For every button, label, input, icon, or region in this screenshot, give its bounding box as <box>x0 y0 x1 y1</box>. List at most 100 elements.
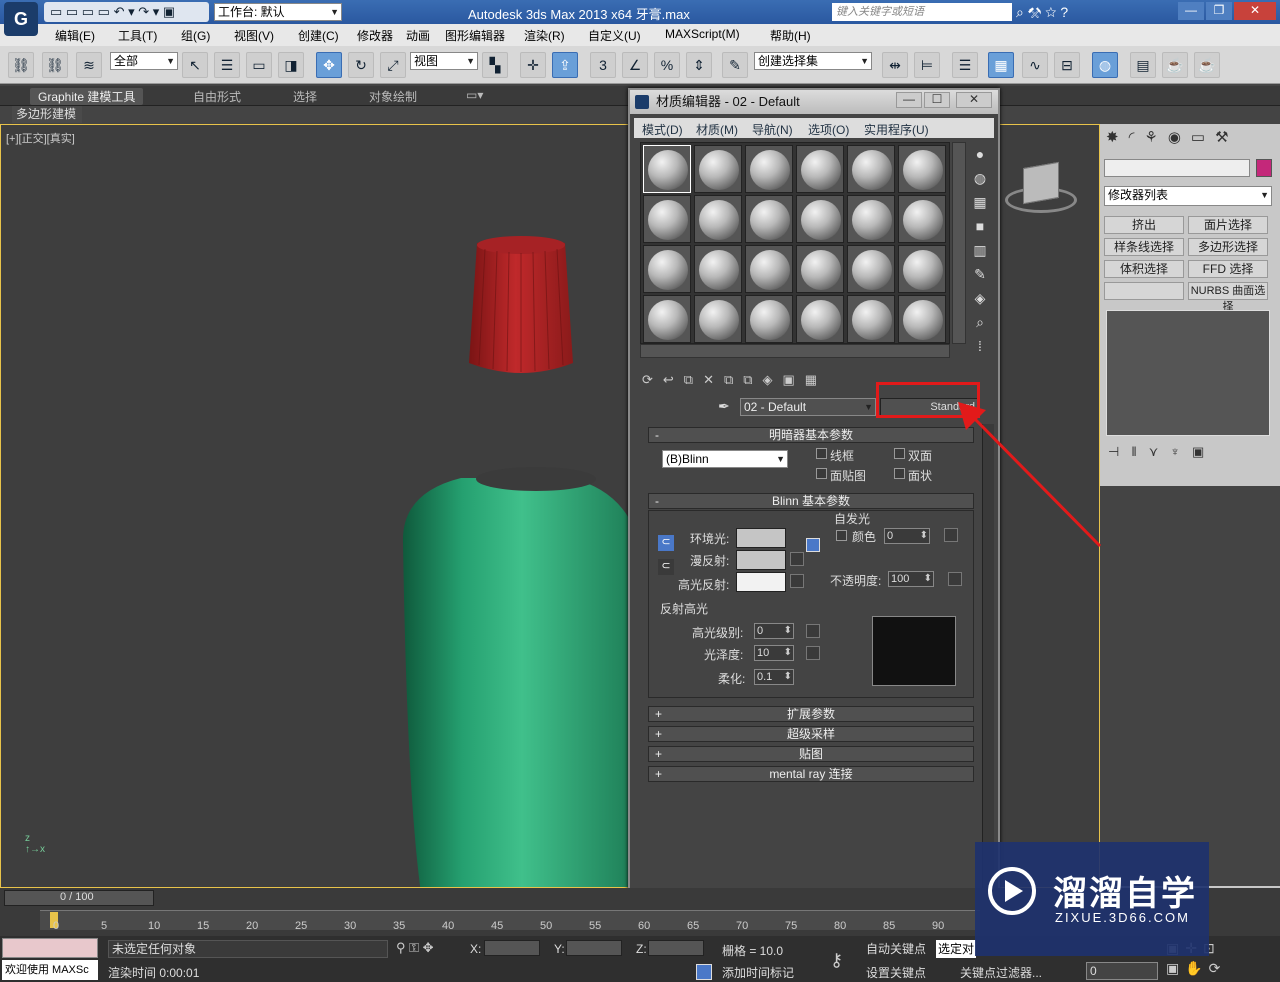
spinner-snap-icon[interactable]: ⇕ <box>686 52 712 78</box>
x-field[interactable] <box>484 940 540 956</box>
curve-editor-icon[interactable]: ∿ <box>1022 52 1048 78</box>
me-menu-utilities[interactable]: 实用程序(U) <box>864 121 929 138</box>
render-setup-icon[interactable]: ▤ <box>1130 52 1156 78</box>
sample-slot[interactable] <box>898 295 946 343</box>
nurbs-select-button[interactable]: NURBS 曲面选择 <box>1188 282 1268 313</box>
menu-tools[interactable]: 工具(T) <box>118 27 157 44</box>
select-scale-icon[interactable]: ⤢ <box>380 52 406 78</box>
maximize-button[interactable]: ❐ <box>1206 2 1232 20</box>
sample-slot[interactable] <box>745 245 793 293</box>
frame-field[interactable]: 0 <box>1086 962 1158 980</box>
schematic-view-icon[interactable]: ⊟ <box>1054 52 1080 78</box>
sample-slot[interactable] <box>745 145 793 193</box>
window-crossing-icon[interactable]: ◨ <box>278 52 304 78</box>
infocenter-icons[interactable]: ⌕ ⚒ ☆ ? <box>1016 3 1156 21</box>
sample-slot[interactable] <box>898 195 946 243</box>
ffd-select-button[interactable]: FFD 选择 <box>1188 260 1268 278</box>
add-time-tag[interactable]: 添加时间标记 <box>722 964 794 981</box>
me-menu-navigation[interactable]: 导航(N) <box>752 121 793 138</box>
lock-ambient-icon[interactable]: ⊂ <box>658 535 674 551</box>
sample-slot[interactable] <box>898 245 946 293</box>
vol-select-button[interactable]: 体积选择 <box>1104 260 1184 278</box>
tab-object-paint[interactable]: 对象绘制 <box>369 88 417 105</box>
opacity-spinner[interactable]: 100 <box>888 571 934 587</box>
modifier-list-dropdown[interactable]: 修改器列表 <box>1104 186 1272 206</box>
menu-create[interactable]: 创建(C) <box>298 27 339 44</box>
toothpaste-model[interactable] <box>381 233 641 888</box>
sample-slot[interactable] <box>694 295 742 343</box>
menu-animation[interactable]: 动画 <box>406 27 430 44</box>
shader-basic-rollout[interactable]: - 明暗器基本参数 <box>648 427 974 443</box>
select-move-icon[interactable]: ✥ <box>316 52 342 78</box>
extended-params-rollout[interactable]: + 扩展参数 <box>648 706 974 722</box>
menu-rendering[interactable]: 渲染(R) <box>524 27 565 44</box>
menu-group[interactable]: 组(G) <box>181 27 210 44</box>
minimize-button[interactable]: — <box>1178 2 1204 20</box>
viewcube[interactable] <box>1005 161 1077 221</box>
select-object-icon[interactable]: ↖ <box>182 52 208 78</box>
sample-slot[interactable] <box>847 295 895 343</box>
add-time-tag-icon[interactable] <box>696 964 712 980</box>
sample-slots-grid[interactable] <box>640 142 950 344</box>
glossiness-map-button[interactable] <box>806 646 820 660</box>
edit-named-sel-icon[interactable]: ✎ <box>722 52 748 78</box>
sample-slot[interactable] <box>847 195 895 243</box>
select-rotate-icon[interactable]: ↻ <box>348 52 374 78</box>
sample-slot[interactable] <box>796 145 844 193</box>
cmd-tabs[interactable]: ✸◜⚘◉▭⚒ <box>1100 128 1280 150</box>
sample-slot[interactable] <box>643 145 691 193</box>
empty-button[interactable] <box>1104 282 1184 300</box>
object-color-swatch[interactable] <box>1256 159 1272 177</box>
stack-tools[interactable]: ⊣‖⋎♆▣ <box>1108 444 1272 464</box>
ribbon-options-icon[interactable]: ▭▾ <box>466 88 483 102</box>
maxscript-listener[interactable] <box>2 938 98 958</box>
spline-select-button[interactable]: 样条线选择 <box>1104 238 1184 256</box>
key-filters-button[interactable]: 关键点过滤器... <box>960 964 1042 981</box>
patch-select-button[interactable]: 面片选择 <box>1188 216 1268 234</box>
sample-slot[interactable] <box>796 245 844 293</box>
me-maximize-button[interactable]: ☐ <box>924 92 950 108</box>
menu-maxscript[interactable]: MAXScript(M) <box>665 27 740 41</box>
me-menu-options[interactable]: 选项(O) <box>808 121 849 138</box>
sample-slot[interactable] <box>796 295 844 343</box>
diffuse-swatch[interactable] <box>736 550 786 570</box>
pick-material-icon[interactable]: ✒ <box>718 398 730 415</box>
me-close-button[interactable]: ✕ <box>956 92 992 108</box>
specular-map-button[interactable] <box>790 574 804 588</box>
sample-slot[interactable] <box>694 245 742 293</box>
manipulate-icon[interactable]: ✛ <box>520 52 546 78</box>
diffuse-map-button[interactable] <box>790 552 804 566</box>
welcome-text[interactable]: 欢迎使用 MAXSc <box>2 960 98 980</box>
me-minimize-button[interactable]: — <box>896 92 922 108</box>
side-tools[interactable]: ● ◍ ▦ ■ ▥ ✎ ◈ ⌕ ⁞ <box>970 142 990 354</box>
align-icon[interactable]: ⊨ <box>914 52 940 78</box>
close-button[interactable]: ✕ <box>1234 2 1276 20</box>
shader-type-dropdown[interactable]: (B)Blinn <box>662 450 788 468</box>
tab-selection[interactable]: 选择 <box>293 88 317 105</box>
face-map-checkbox[interactable] <box>816 468 827 479</box>
sample-slot[interactable] <box>694 145 742 193</box>
specular-swatch[interactable] <box>736 572 786 592</box>
viewport-label[interactable]: [+][正交][真实] <box>6 130 75 146</box>
wireframe-checkbox[interactable] <box>816 448 827 459</box>
tab-freeform[interactable]: 自由形式 <box>193 88 241 105</box>
sample-slot[interactable] <box>643 295 691 343</box>
material-name-field[interactable]: 02 - Default <box>740 398 876 416</box>
poly-select-button[interactable]: 多边形选择 <box>1188 238 1268 256</box>
menu-customize[interactable]: 自定义(U) <box>588 27 641 44</box>
selected-dropdown[interactable]: 选定对 <box>936 940 976 958</box>
sample-slot[interactable] <box>898 145 946 193</box>
slots-hscroll[interactable] <box>640 344 950 358</box>
spec-level-spinner[interactable]: 0 <box>754 623 794 639</box>
two-sided-checkbox[interactable] <box>894 448 905 459</box>
me-menu-material[interactable]: 材质(M) <box>696 121 738 138</box>
layer-manager-icon[interactable]: ☰ <box>952 52 978 78</box>
object-name-field[interactable] <box>1104 159 1250 177</box>
bind-spacewarp-icon[interactable]: ≋ <box>76 52 102 78</box>
menu-views[interactable]: 视图(V) <box>234 27 274 44</box>
sample-slot[interactable] <box>745 295 793 343</box>
rect-selection-icon[interactable]: ▭ <box>246 52 272 78</box>
material-editor-icon[interactable]: ◍ <box>1092 52 1118 78</box>
sample-slot[interactable] <box>847 145 895 193</box>
sample-slot[interactable] <box>745 195 793 243</box>
